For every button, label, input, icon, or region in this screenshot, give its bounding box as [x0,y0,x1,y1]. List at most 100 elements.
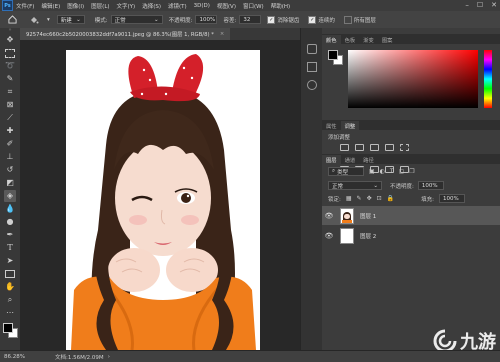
lock-all-icon[interactable]: 🔒 [387,195,394,202]
layer-row-2[interactable]: 👁 图层 2 [322,226,500,245]
close-window-button[interactable]: ✕ [491,1,497,9]
all-layers-checkbox[interactable] [343,15,352,24]
brightness-icon[interactable] [340,144,349,151]
levels-icon[interactable] [355,144,364,151]
document-tab[interactable]: 92574ec660c2b5020003832ddf7a9011.jpeg @ … [20,28,231,40]
document-image[interactable] [66,50,260,350]
opacity-input[interactable]: 100% [195,15,218,24]
layer-name[interactable]: 图层 2 [360,232,376,240]
maximize-button[interactable]: ☐ [477,1,483,9]
contiguous-checkbox[interactable]: ✓ [308,15,317,24]
filter-type-icon[interactable]: T [390,168,394,175]
menu-3d[interactable]: 3D(D) [194,3,210,9]
fill-input[interactable]: 100% [438,194,465,203]
filter-smart-icon[interactable]: ❐ [409,168,414,175]
brush-icon[interactable]: ✐ [4,138,16,150]
rectangle-icon[interactable] [4,268,16,280]
home-icon[interactable] [8,15,17,24]
lasso-icon[interactable]: ➰ [4,60,16,72]
foreground-color-swatch[interactable] [3,323,13,333]
lock-artboard-icon[interactable]: ⊡ [377,195,382,202]
foreground-color-swatch[interactable] [328,50,338,60]
menu-select[interactable]: 选择(S) [142,2,161,10]
type-icon[interactable]: T [4,242,16,254]
filter-shape-icon[interactable]: ▢ [399,168,405,175]
menu-image[interactable]: 图像(I) [67,2,84,10]
tab-swatches[interactable]: 色板 [341,35,360,44]
fill-source-select[interactable]: 新建 ⌄ [56,15,85,24]
healing-icon[interactable]: ✚ [4,125,16,137]
hue-slider[interactable] [484,50,492,108]
more-icon[interactable]: ⋯ [4,307,16,319]
tab-adjustments[interactable]: 调整 [340,121,360,130]
mode-select[interactable]: 正常 ⌄ [110,15,163,24]
move-icon[interactable]: ✥ [4,34,16,46]
eyedropper-icon[interactable]: ⟋ [4,112,16,124]
foreground-background-colors[interactable] [2,323,18,338]
history-brush-icon[interactable]: ↺ [4,164,16,176]
frame-icon[interactable]: ⊠ [4,99,16,111]
canvas-area[interactable] [20,40,300,350]
quick-select-icon[interactable]: ✎ [4,73,16,85]
crop-icon[interactable]: ⌗ [4,86,16,98]
menu-view[interactable]: 视图(V) [217,2,236,10]
color-picker-field[interactable] [348,50,478,108]
exposure-icon[interactable] [385,144,394,151]
tab-properties[interactable]: 属性 [322,121,341,130]
eraser-icon[interactable]: ◩ [4,177,16,189]
dodge-icon[interactable]: ● [4,216,16,228]
close-tab-icon[interactable]: × [220,31,224,37]
menu-filter[interactable]: 滤镜(T) [168,2,187,10]
blur-icon[interactable]: 💧 [4,203,16,215]
zoom-icon[interactable]: ⌕ [4,294,16,306]
menu-edit[interactable]: 编辑(E) [41,2,60,10]
curves-icon[interactable] [370,144,379,151]
portrait-photo [66,50,260,350]
tab-channels[interactable]: 通道 [341,155,360,164]
visibility-eye-icon[interactable]: 👁 [322,232,336,240]
document-tabs: 92574ec660c2b5020003832ddf7a9011.jpeg @ … [20,28,300,40]
layer-name[interactable]: 图层 1 [360,212,376,220]
pen-icon[interactable]: ✒ [4,229,16,241]
history-panel-icon[interactable] [307,44,317,54]
layer-opacity-input[interactable]: 100% [417,181,444,190]
blend-mode-select[interactable]: 正常 ⌄ [328,181,382,190]
layer-row-1[interactable]: 👁 图层 1 [322,206,500,225]
lock-transparent-icon[interactable]: ▦ [346,195,352,202]
menu-type[interactable]: 文字(Y) [117,2,136,10]
tolerance-input[interactable]: 32 [239,15,262,24]
lock-position-icon[interactable]: ✥ [367,195,372,202]
path-select-icon[interactable]: ➤ [4,255,16,267]
tab-color[interactable]: 颜色 [322,35,341,44]
layer-filter-select[interactable]: ⌕ 类型 [328,167,364,176]
filter-pixel-icon[interactable]: ▣ [369,168,375,175]
vibrance-icon[interactable] [400,144,409,151]
tab-gradients[interactable]: 渐变 [359,35,378,44]
menu-help[interactable]: 帮助(H) [271,2,290,10]
zoom-level[interactable]: 86.28% [4,354,25,360]
properties-panel-icon[interactable] [307,62,317,72]
menu-file[interactable]: 文件(F) [16,2,34,10]
stamp-icon[interactable]: ⊥ [4,151,16,163]
document-info[interactable]: 文档:1.56M/2.09M [55,353,104,361]
lock-image-icon[interactable]: ✎ [357,195,362,202]
tab-layers[interactable]: 图层 [322,155,341,164]
paint-bucket-icon[interactable]: ◈ [4,190,16,202]
hand-icon[interactable]: ✋ [4,281,16,293]
fg-bg-swatch[interactable] [328,50,343,65]
antialias-label: 消除锯齿 [277,17,300,24]
menu-layer[interactable]: 图层(L) [91,2,109,10]
visibility-eye-icon[interactable]: 👁 [322,212,336,220]
menu-window[interactable]: 窗口(W) [243,2,264,10]
layer-filter-row: ⌕ 类型 ▣ ◐ T ▢ ❐ [328,167,415,176]
brush-settings-icon[interactable] [307,80,317,90]
tab-paths[interactable]: 路径 [359,155,378,164]
antialias-checkbox[interactable]: ✓ [267,15,276,24]
add-adjustment-title: 添加调整 [328,135,351,141]
status-arrow-icon[interactable]: › [108,354,110,360]
marquee-icon[interactable] [4,47,16,59]
tab-patterns[interactable]: 图案 [378,35,397,44]
paint-bucket-tool-preset-icon[interactable] [29,15,39,25]
minimize-button[interactable]: – [465,1,469,9]
filter-adjustment-icon[interactable]: ◐ [380,168,385,175]
